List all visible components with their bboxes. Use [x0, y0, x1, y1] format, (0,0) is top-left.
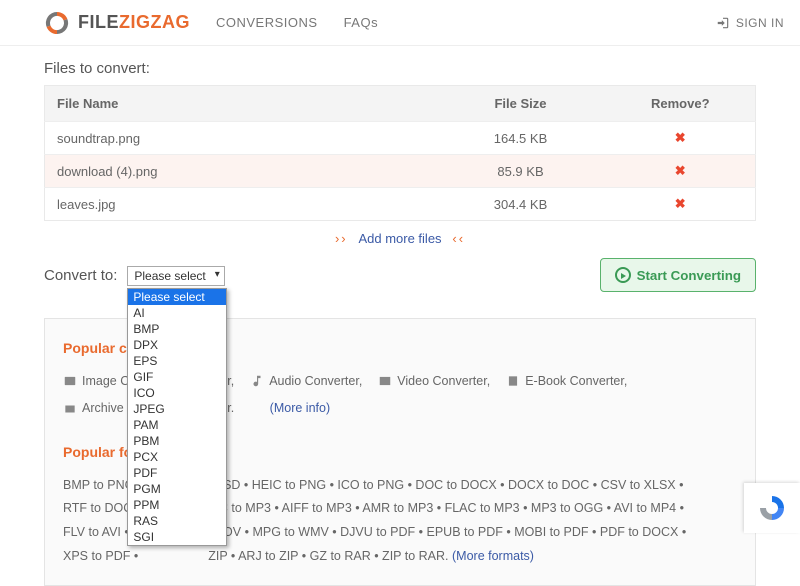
format-option[interactable]: ICO [128, 385, 226, 401]
files-heading: Files to convert: [44, 60, 756, 77]
logo-icon [44, 10, 70, 36]
file-name-cell: leaves.jpg [45, 188, 436, 221]
format-line: XPS to PDF •ZIP • ARJ to ZIP • GZ to RAR… [63, 545, 737, 569]
format-option[interactable]: Please select [128, 289, 226, 305]
nav-conversions[interactable]: CONVERSIONS [216, 15, 318, 30]
remove-button[interactable]: ✖ [606, 188, 756, 221]
logo-text: FILEZIGZAG [78, 12, 190, 33]
file-name-cell: soundtrap.png [45, 122, 436, 155]
table-row: soundtrap.png164.5 KB✖ [45, 122, 756, 155]
cat-ebook[interactable]: E-Book Converter, [506, 370, 627, 394]
chevron-left-icon: ‹‹ [452, 231, 465, 246]
format-option[interactable]: DPX [128, 337, 226, 353]
add-more-files-link[interactable]: ›› Add more files ‹‹ [44, 221, 756, 256]
file-size-cell: 164.5 KB [436, 122, 606, 155]
main-nav: CONVERSIONS FAQs [216, 15, 378, 30]
col-remove: Remove? [606, 86, 756, 122]
cat-archive[interactable]: Archive C [63, 397, 136, 421]
remove-button[interactable]: ✖ [606, 155, 756, 188]
col-filesize: File Size [436, 86, 606, 122]
recaptcha-badge[interactable] [744, 483, 800, 533]
table-row: download (4).png85.9 KB✖ [45, 155, 756, 188]
cat-image[interactable]: Image C [63, 370, 129, 394]
convert-to-label: Convert to: [44, 267, 117, 284]
recaptcha-icon [757, 493, 787, 523]
file-name-cell: download (4).png [45, 155, 436, 188]
table-row: leaves.jpg304.4 KB✖ [45, 188, 756, 221]
format-option[interactable]: PCX [128, 449, 226, 465]
convert-icon [615, 267, 631, 283]
chevron-right-icon: ›› [335, 231, 348, 246]
format-dropdown[interactable]: Please selectAIBMPDPXEPSGIFICOJPEGPAMPBM… [127, 288, 227, 546]
cat-audio[interactable]: Audio Converter, [250, 370, 362, 394]
logo[interactable]: FILEZIGZAG [44, 10, 190, 36]
format-option[interactable]: RAS [128, 513, 226, 529]
film-icon [378, 374, 392, 388]
format-option[interactable]: SGI [128, 529, 226, 545]
format-option[interactable]: PBM [128, 433, 226, 449]
start-converting-button[interactable]: Start Converting [600, 258, 756, 292]
format-option[interactable]: PGM [128, 481, 226, 497]
format-option[interactable]: PDF [128, 465, 226, 481]
format-select[interactable]: Please select [127, 266, 224, 286]
format-option[interactable]: PAM [128, 417, 226, 433]
cat-video[interactable]: Video Converter, [378, 370, 490, 394]
file-size-cell: 304.4 KB [436, 188, 606, 221]
more-formats-link[interactable]: (More formats) [452, 549, 534, 563]
format-option[interactable]: PPM [128, 497, 226, 513]
format-option[interactable]: JPEG [128, 401, 226, 417]
remove-button[interactable]: ✖ [606, 122, 756, 155]
more-info-link[interactable]: (More info) [270, 397, 330, 421]
image-icon [63, 374, 77, 388]
format-option[interactable]: BMP [128, 321, 226, 337]
format-option[interactable]: EPS [128, 353, 226, 369]
signin-link[interactable]: SIGN IN [716, 16, 784, 30]
files-table: File Name File Size Remove? soundtrap.pn… [44, 85, 756, 221]
col-filename: File Name [45, 86, 436, 122]
signin-icon [716, 16, 730, 30]
book-icon [506, 374, 520, 388]
archive-icon [63, 402, 77, 416]
file-size-cell: 85.9 KB [436, 155, 606, 188]
music-icon [250, 374, 264, 388]
format-option[interactable]: AI [128, 305, 226, 321]
format-option[interactable]: GIF [128, 369, 226, 385]
top-bar: FILEZIGZAG CONVERSIONS FAQs SIGN IN [0, 0, 800, 46]
nav-faqs[interactable]: FAQs [344, 15, 379, 30]
